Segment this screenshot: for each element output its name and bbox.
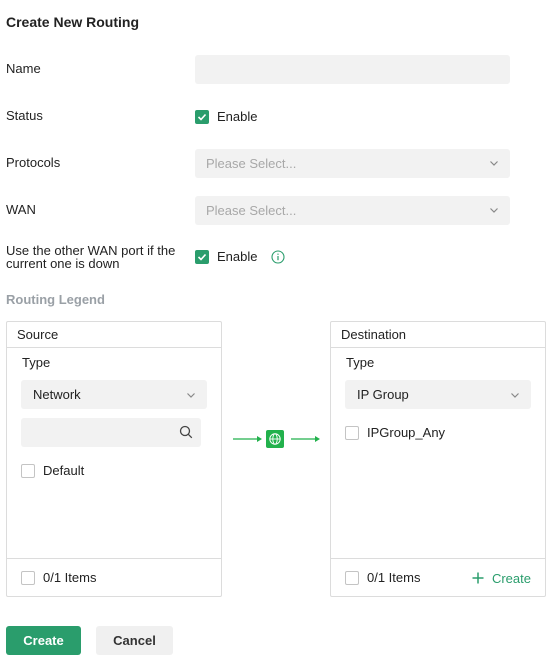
select-all-checkbox[interactable] <box>21 570 35 585</box>
name-label: Name <box>6 61 41 76</box>
failover-enable-toggle[interactable]: Enable <box>195 249 286 264</box>
failover-enable-label: Enable <box>217 249 258 264</box>
source-header: Source <box>7 322 221 348</box>
create-link-label: Create <box>491 570 531 586</box>
cancel-button[interactable]: Cancel <box>96 626 173 655</box>
status-enable-label: Enable <box>217 109 258 124</box>
checkbox-checked-icon[interactable] <box>195 109 209 124</box>
source-panel: Source Type Network Default 0/1 Items <box>6 321 222 597</box>
checkbox-icon[interactable] <box>345 425 359 440</box>
destination-item-label: IPGroup_Any <box>367 425 446 440</box>
checkbox-checked-icon[interactable] <box>195 249 209 264</box>
status-enable-toggle[interactable]: Enable <box>195 109 257 124</box>
protocols-placeholder: Please Select... <box>206 156 297 171</box>
source-item-label: Default <box>43 463 85 478</box>
destination-panel: Destination Type IP Group IPGroup_Any 0/… <box>330 321 546 597</box>
chevron-down-icon <box>490 208 498 213</box>
destination-type-select[interactable]: IP Group <box>345 380 531 409</box>
name-input[interactable] <box>195 55 510 84</box>
select-all-checkbox[interactable] <box>345 570 359 585</box>
create-button[interactable]: Create <box>6 626 81 655</box>
failover-label: Use the other WAN port if the current on… <box>6 244 175 270</box>
routing-flow-arrow <box>233 430 320 448</box>
wan-select[interactable]: Please Select... <box>195 196 510 225</box>
source-type-select[interactable]: Network <box>21 380 207 409</box>
destination-header: Destination <box>331 322 545 348</box>
plus-icon <box>472 572 484 584</box>
chevron-down-icon <box>490 161 498 166</box>
source-type-label: Type <box>22 355 51 370</box>
failover-label-line2: current one is down <box>6 256 120 271</box>
checkbox-icon[interactable] <box>21 463 35 478</box>
chevron-down-icon <box>187 393 195 398</box>
protocols-label: Protocols <box>6 155 61 170</box>
wan-placeholder: Please Select... <box>206 203 297 218</box>
source-search-input[interactable] <box>21 418 201 447</box>
search-icon[interactable] <box>179 425 193 439</box>
protocols-select[interactable]: Please Select... <box>195 149 510 178</box>
wan-label: WAN <box>6 202 36 217</box>
destination-count: 0/1 Items <box>367 570 421 585</box>
create-link[interactable]: Create <box>472 559 531 597</box>
routing-legend-title: Routing Legend <box>6 292 105 307</box>
page-title: Create New Routing <box>6 14 140 30</box>
source-footer: 0/1 Items <box>7 558 221 596</box>
destination-footer: 0/1 Items Create <box>331 558 545 596</box>
chevron-down-icon <box>511 393 519 398</box>
info-icon[interactable] <box>271 249 286 264</box>
destination-type-value: IP Group <box>357 387 409 402</box>
source-type-value: Network <box>33 387 81 402</box>
list-item[interactable]: Default <box>21 463 84 478</box>
status-label: Status <box>6 108 43 123</box>
list-item[interactable]: IPGroup_Any <box>345 425 445 440</box>
source-count: 0/1 Items <box>43 570 97 585</box>
destination-type-label: Type <box>346 355 375 370</box>
